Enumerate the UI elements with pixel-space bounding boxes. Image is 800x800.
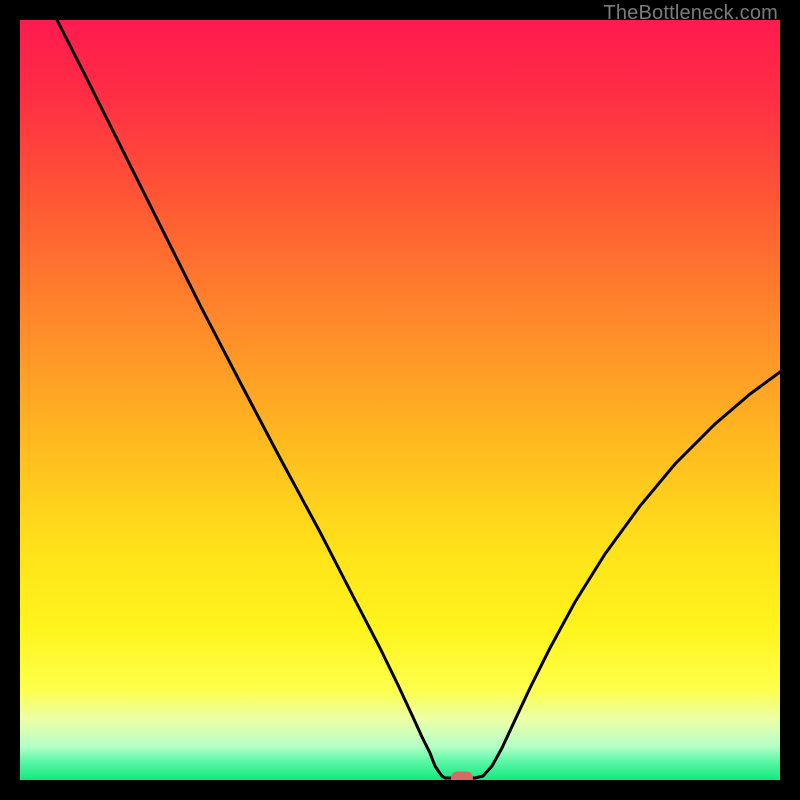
plot-area	[20, 20, 780, 780]
curve-right-branch	[475, 372, 780, 778]
bottleneck-curve	[20, 20, 780, 780]
optimal-point-marker	[451, 772, 473, 781]
chart-frame: TheBottleneck.com	[0, 0, 800, 800]
watermark-text: TheBottleneck.com	[603, 2, 778, 25]
curve-left-branch	[57, 20, 475, 778]
